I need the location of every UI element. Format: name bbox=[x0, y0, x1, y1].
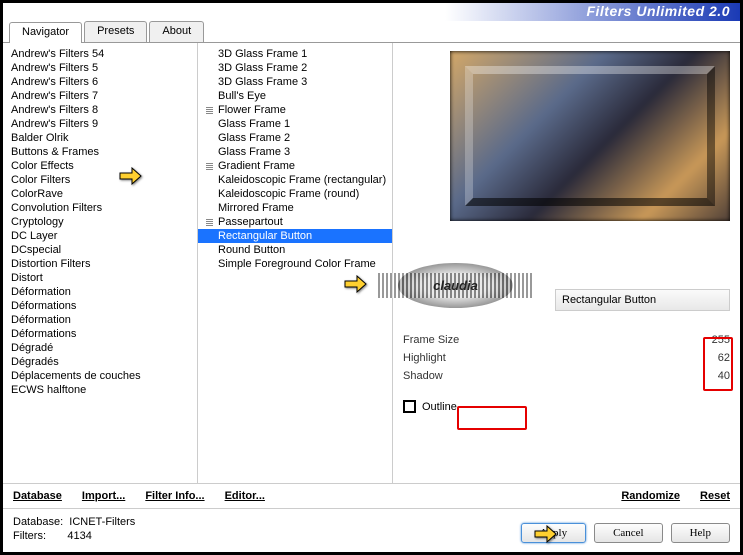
category-item[interactable]: Andrew's Filters 8 bbox=[3, 103, 197, 117]
filter-item[interactable]: Passepartout bbox=[198, 215, 392, 229]
filter-item[interactable]: Kaleidoscopic Frame (rectangular) bbox=[198, 173, 392, 187]
current-filter-label: Rectangular Button bbox=[555, 289, 730, 311]
filter-item[interactable]: Round Button bbox=[198, 243, 392, 257]
import-button[interactable]: Import... bbox=[82, 490, 125, 502]
filter-item[interactable]: Flower Frame bbox=[198, 103, 392, 117]
tab-navigator[interactable]: Navigator bbox=[9, 22, 82, 43]
filter-item[interactable]: Glass Frame 1 bbox=[198, 117, 392, 131]
main-area: Andrew's Filters 54Andrew's Filters 5And… bbox=[3, 43, 740, 483]
category-item[interactable]: Buttons & Frames bbox=[3, 145, 197, 159]
database-button[interactable]: Database bbox=[13, 490, 62, 502]
filter-item[interactable]: Mirrored Frame bbox=[198, 201, 392, 215]
category-item[interactable]: Déformations bbox=[3, 327, 197, 341]
outline-label: Outline bbox=[422, 401, 457, 413]
parameters: Frame Size 255 Highlight 62 Shadow 40 bbox=[403, 331, 730, 385]
filter-item[interactable]: Simple Foreground Color Frame bbox=[198, 257, 392, 271]
watermark-logo: claudia bbox=[398, 263, 513, 308]
filter-info-button[interactable]: Filter Info... bbox=[145, 490, 204, 502]
footer: Database: ICNET-Filters Filters: 4134 Ap… bbox=[3, 508, 740, 549]
filter-item[interactable]: Kaleidoscopic Frame (round) bbox=[198, 187, 392, 201]
filter-item[interactable]: 3D Glass Frame 2 bbox=[198, 61, 392, 75]
category-item[interactable]: Dégradé bbox=[3, 341, 197, 355]
param-shadow[interactable]: Shadow 40 bbox=[403, 367, 730, 385]
category-item[interactable]: Color Effects bbox=[3, 159, 197, 173]
cancel-button[interactable]: Cancel bbox=[594, 523, 663, 543]
category-item[interactable]: Cryptology bbox=[3, 215, 197, 229]
filter-item[interactable]: Rectangular Button bbox=[198, 229, 392, 243]
category-item[interactable]: Distortion Filters bbox=[3, 257, 197, 271]
filter-item[interactable]: Bull's Eye bbox=[198, 89, 392, 103]
category-item[interactable]: DC Layer bbox=[3, 229, 197, 243]
category-item[interactable]: Déformation bbox=[3, 313, 197, 327]
category-item[interactable]: DCspecial bbox=[3, 243, 197, 257]
param-highlight[interactable]: Highlight 62 bbox=[403, 349, 730, 367]
category-item[interactable]: Déformation bbox=[3, 285, 197, 299]
apply-button[interactable]: Apply bbox=[521, 523, 587, 543]
filter-item[interactable]: 3D Glass Frame 3 bbox=[198, 75, 392, 89]
category-item[interactable]: Andrew's Filters 9 bbox=[3, 117, 197, 131]
category-item[interactable]: Déformations bbox=[3, 299, 197, 313]
category-item[interactable]: Dégradés bbox=[3, 355, 197, 369]
preview-image bbox=[450, 51, 730, 221]
category-list[interactable]: Andrew's Filters 54Andrew's Filters 5And… bbox=[3, 43, 198, 483]
outline-checkbox-row[interactable]: Outline bbox=[403, 400, 730, 413]
category-item[interactable]: Convolution Filters bbox=[3, 201, 197, 215]
filter-list[interactable]: 3D Glass Frame 13D Glass Frame 23D Glass… bbox=[198, 43, 393, 483]
reset-button[interactable]: Reset bbox=[700, 490, 730, 502]
filter-item[interactable]: Glass Frame 3 bbox=[198, 145, 392, 159]
category-item[interactable]: Balder Olrik bbox=[3, 131, 197, 145]
header-bar: Filters Unlimited 2.0 bbox=[3, 3, 740, 21]
category-item[interactable]: Color Filters bbox=[3, 173, 197, 187]
category-item[interactable]: Andrew's Filters 5 bbox=[3, 61, 197, 75]
category-item[interactable]: Distort bbox=[3, 271, 197, 285]
editor-button[interactable]: Editor... bbox=[225, 490, 265, 502]
param-frame-size[interactable]: Frame Size 255 bbox=[403, 331, 730, 349]
tab-about[interactable]: About bbox=[149, 21, 204, 42]
tab-strip: Navigator Presets About bbox=[3, 21, 740, 43]
footer-buttons: Apply Cancel Help bbox=[521, 523, 730, 543]
filter-item[interactable]: Gradient Frame bbox=[198, 159, 392, 173]
footer-info: Database: ICNET-Filters Filters: 4134 bbox=[13, 515, 135, 543]
app-title: Filters Unlimited 2.0 bbox=[586, 3, 730, 19]
outline-checkbox[interactable] bbox=[403, 400, 416, 413]
category-item[interactable]: ECWS halftone bbox=[3, 383, 197, 397]
toolbar-row: Database Import... Filter Info... Editor… bbox=[3, 483, 740, 508]
filter-item[interactable]: Glass Frame 2 bbox=[198, 131, 392, 145]
category-item[interactable]: Andrew's Filters 54 bbox=[3, 47, 197, 61]
category-item[interactable]: Andrew's Filters 6 bbox=[3, 75, 197, 89]
help-button[interactable]: Help bbox=[671, 523, 730, 543]
filter-item[interactable]: 3D Glass Frame 1 bbox=[198, 47, 392, 61]
category-item[interactable]: Andrew's Filters 7 bbox=[3, 89, 197, 103]
category-item[interactable]: Déplacements de couches bbox=[3, 369, 197, 383]
tab-presets[interactable]: Presets bbox=[84, 21, 147, 42]
category-item[interactable]: ColorRave bbox=[3, 187, 197, 201]
randomize-button[interactable]: Randomize bbox=[621, 490, 680, 502]
